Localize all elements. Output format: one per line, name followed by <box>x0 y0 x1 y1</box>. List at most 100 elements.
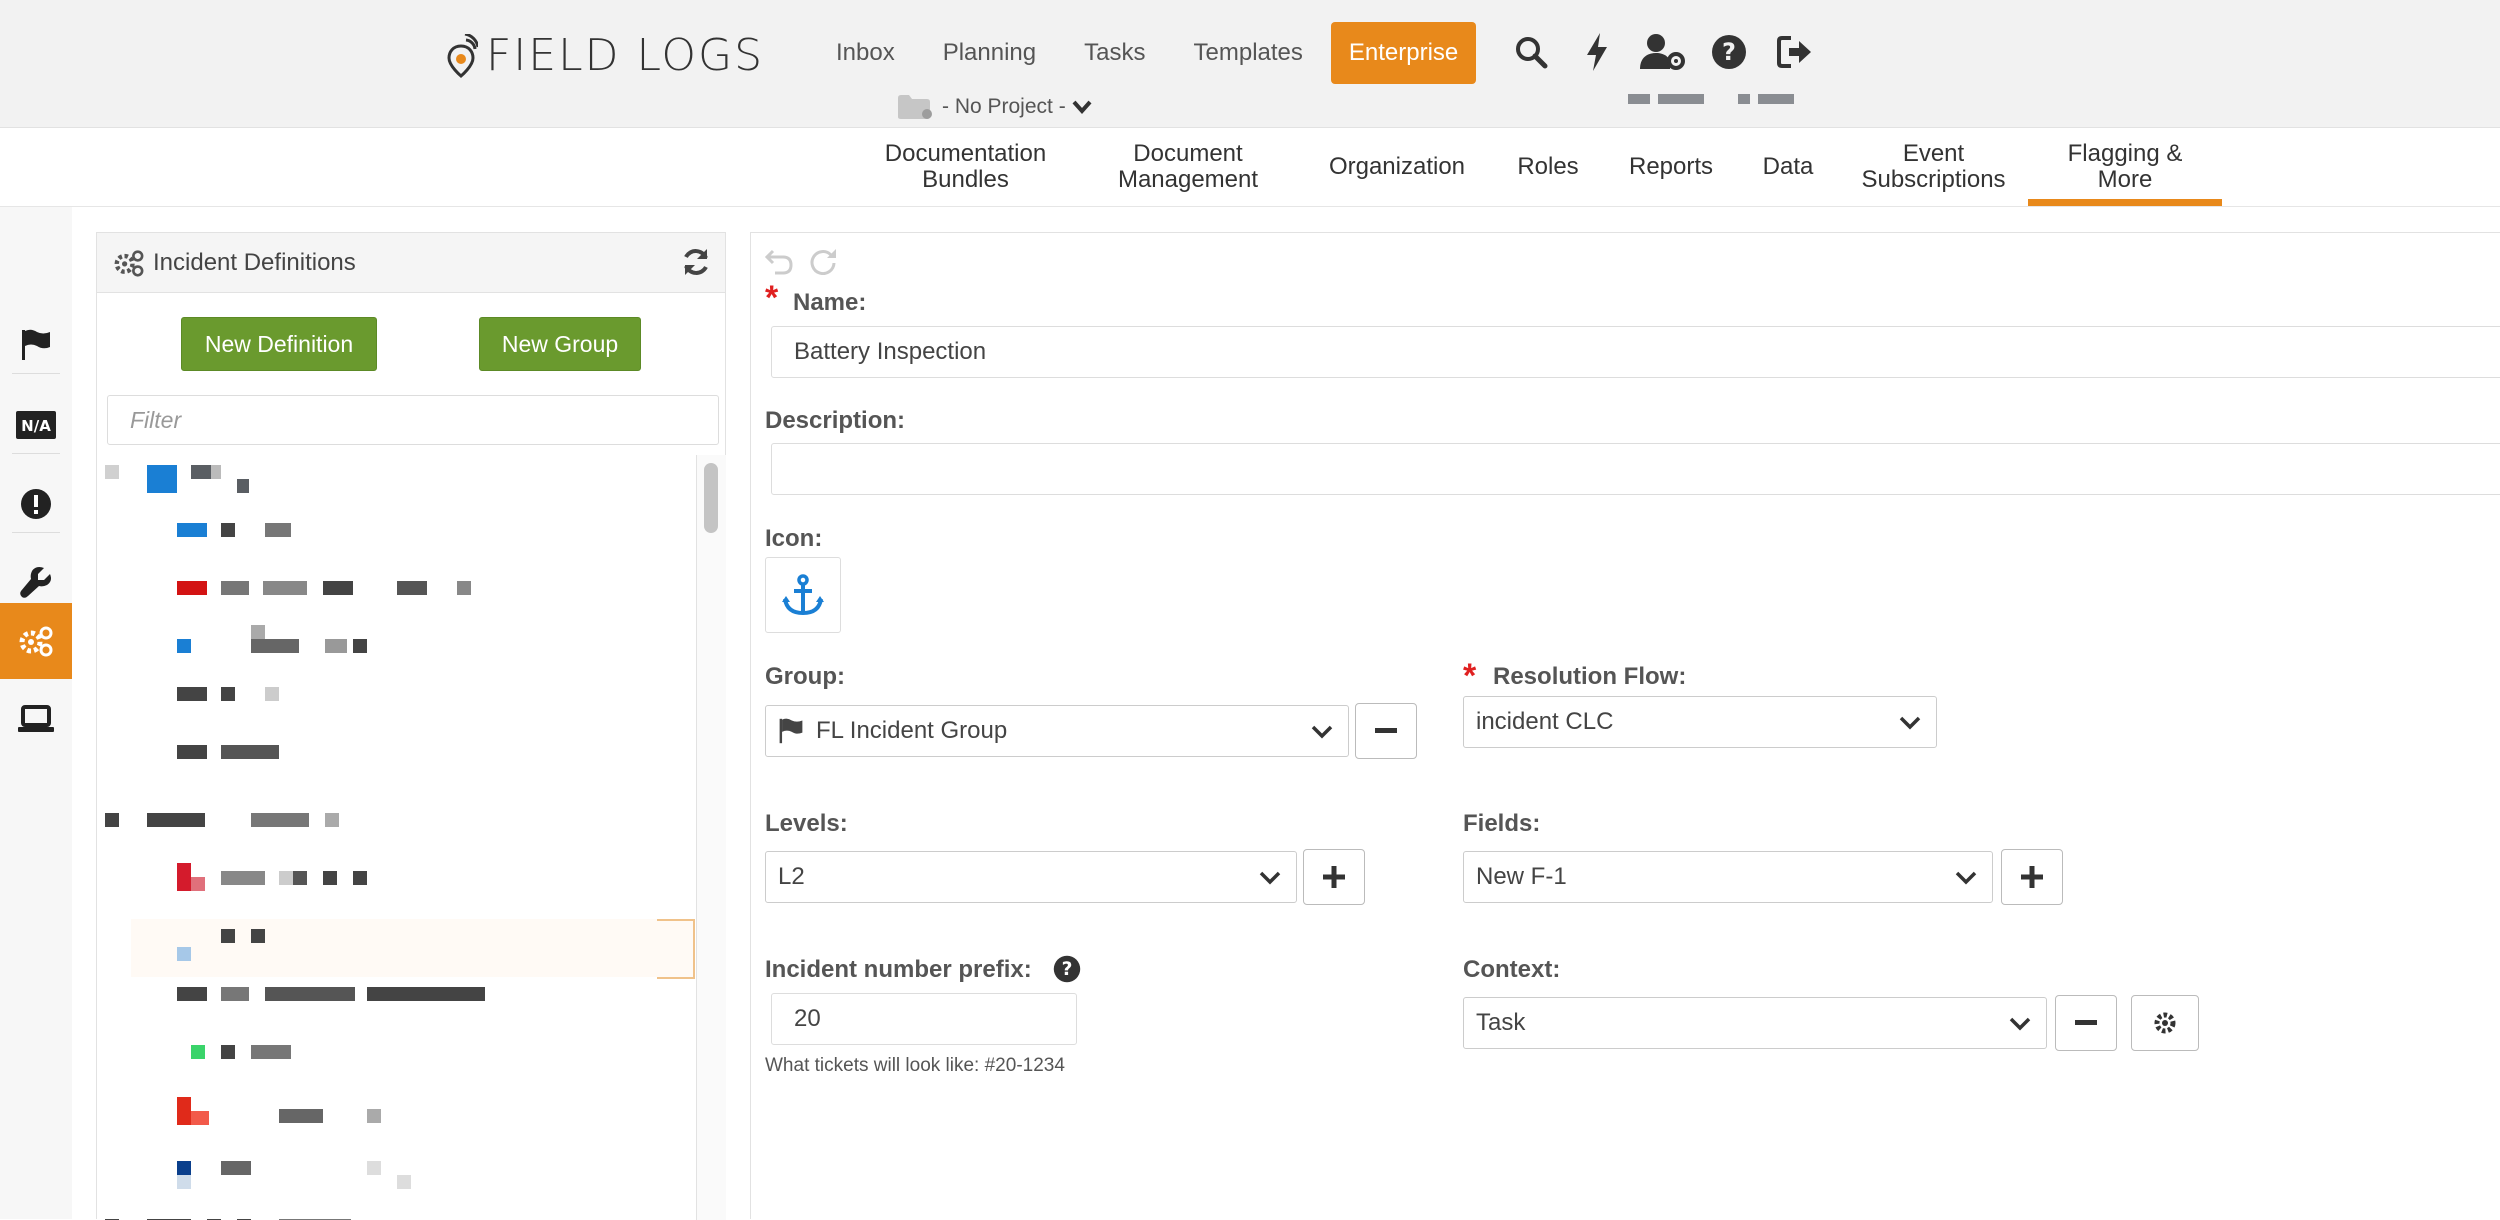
filter-input[interactable] <box>107 395 719 445</box>
flag-icon <box>779 718 803 744</box>
context-value: Task <box>1476 1009 1526 1036</box>
scrollbar-thumb[interactable] <box>704 463 718 533</box>
description-label: Description: <box>765 407 906 434</box>
location-signal-icon <box>447 33 478 78</box>
undo-redo-controls <box>765 247 837 275</box>
resolution-flow-value: incident CLC <box>1476 708 1614 735</box>
user-settings-icon[interactable] <box>1637 28 1689 76</box>
svg-text:?: ? <box>1722 38 1736 66</box>
gears-icon <box>19 626 53 657</box>
name-label: Name: <box>793 289 867 316</box>
chevron-down-icon <box>1311 725 1333 739</box>
context-label: Context: <box>1463 956 1561 983</box>
group-select[interactable]: FL Incident Group <box>765 705 1349 757</box>
project-selector[interactable]: - No Project - <box>898 94 1092 120</box>
icon-picker[interactable] <box>765 557 841 633</box>
anchor-icon <box>782 574 824 616</box>
nav-inbox[interactable]: Inbox <box>812 22 919 84</box>
tree-item[interactable] <box>97 1093 695 1151</box>
help-icon[interactable]: ? <box>1703 28 1755 76</box>
rail-flag[interactable] <box>0 307 72 383</box>
tab-reports[interactable]: Reports <box>1605 128 1737 206</box>
chevron-down-icon <box>1259 871 1281 885</box>
group-label: Group: <box>765 663 845 690</box>
left-rail: N/A <box>0 207 72 1219</box>
tree-item[interactable] <box>97 1151 695 1209</box>
chevron-down-icon <box>1072 100 1092 114</box>
fields-select[interactable]: New F-1 <box>1463 851 1993 903</box>
definition-form: * Name: Battery Inspection Description: … <box>750 232 2500 1219</box>
remove-group-button[interactable] <box>1355 703 1417 759</box>
search-icon[interactable] <box>1505 28 1557 76</box>
name-input[interactable]: Battery Inspection <box>771 326 2500 378</box>
help-icon[interactable]: ? <box>1053 955 1081 983</box>
new-definition-button[interactable]: New Definition <box>181 317 377 371</box>
icon-label: Icon: <box>765 525 823 552</box>
definitions-tree <box>97 455 695 1220</box>
tree-group[interactable] <box>97 803 695 861</box>
tab-flagging-more[interactable]: Flagging & More <box>2028 128 2222 206</box>
tree-scrollbar[interactable] <box>696 455 726 1220</box>
chevron-down-icon <box>1955 871 1977 885</box>
rail-issues[interactable] <box>0 466 72 542</box>
enterprise-subnav: Documentation Bundles Document Managemen… <box>858 128 2222 206</box>
tab-documentation-bundles[interactable]: Documentation Bundles <box>858 128 1073 206</box>
remove-context-button[interactable] <box>2055 995 2117 1051</box>
user-info-redacted <box>1628 94 1794 104</box>
add-level-button[interactable] <box>1303 849 1365 905</box>
description-input[interactable] <box>771 443 2500 495</box>
redo-icon[interactable] <box>809 247 837 275</box>
rail-na[interactable]: N/A <box>0 387 72 463</box>
tree-item[interactable] <box>97 1035 695 1093</box>
plus-icon <box>1323 866 1345 888</box>
tab-organization[interactable]: Organization <box>1303 128 1491 206</box>
tree-item[interactable] <box>97 625 695 687</box>
tree-item[interactable] <box>97 571 695 629</box>
laptop-icon <box>18 705 54 732</box>
exclamation-icon <box>21 489 51 519</box>
logo-text: FIELD LOGS <box>486 30 765 81</box>
tab-data[interactable]: Data <box>1737 128 1839 206</box>
tree-item[interactable] <box>97 745 695 803</box>
incident-definitions-panel: Incident Definitions New Definition New … <box>96 232 726 1220</box>
svg-text:?: ? <box>1062 959 1073 980</box>
rail-devices[interactable] <box>0 681 72 757</box>
tab-event-subscriptions[interactable]: Event Subscriptions <box>1839 128 2028 206</box>
undo-icon[interactable] <box>765 247 793 275</box>
nav-planning[interactable]: Planning <box>919 22 1060 84</box>
refresh-icon[interactable] <box>681 247 711 284</box>
chevron-down-icon <box>2009 1017 2031 1031</box>
tree-item[interactable] <box>97 687 695 745</box>
levels-select[interactable]: L2 <box>765 851 1297 903</box>
tree-item[interactable] <box>97 513 695 571</box>
subnav-divider <box>0 206 2500 207</box>
bolt-icon[interactable] <box>1571 28 1623 76</box>
logout-icon[interactable] <box>1769 28 1821 76</box>
tree-group[interactable] <box>97 1209 695 1220</box>
nav-enterprise[interactable]: Enterprise <box>1330 22 1477 84</box>
fields-value: New F-1 <box>1476 863 1567 890</box>
tree-item-selected[interactable] <box>131 919 695 979</box>
app-logo[interactable]: FIELD LOGS <box>444 30 764 81</box>
panel-header: Incident Definitions <box>97 233 725 293</box>
context-select[interactable]: Task <box>1463 997 2047 1049</box>
add-field-button[interactable] <box>2001 849 2063 905</box>
levels-value: L2 <box>778 863 805 890</box>
nav-templates[interactable]: Templates <box>1170 22 1327 84</box>
tree-group[interactable] <box>97 455 695 513</box>
nav-tasks[interactable]: Tasks <box>1060 22 1169 84</box>
tab-roles[interactable]: Roles <box>1491 128 1605 206</box>
tree-item[interactable] <box>97 861 695 919</box>
main-nav: Inbox Planning Tasks Templates Enterpris… <box>812 22 1477 84</box>
required-marker: * <box>1463 657 1477 695</box>
tree-item[interactable] <box>97 977 695 1035</box>
minus-icon <box>1375 728 1397 733</box>
tab-document-management[interactable]: Document Management <box>1073 128 1303 206</box>
levels-label: Levels: <box>765 810 848 837</box>
resolution-flow-select[interactable]: incident CLC <box>1463 696 1937 748</box>
context-settings-button[interactable] <box>2131 995 2199 1051</box>
fields-label: Fields: <box>1463 810 1541 837</box>
rail-settings[interactable] <box>0 603 72 679</box>
prefix-input[interactable]: 20 <box>771 993 1077 1045</box>
new-group-button[interactable]: New Group <box>479 317 641 371</box>
